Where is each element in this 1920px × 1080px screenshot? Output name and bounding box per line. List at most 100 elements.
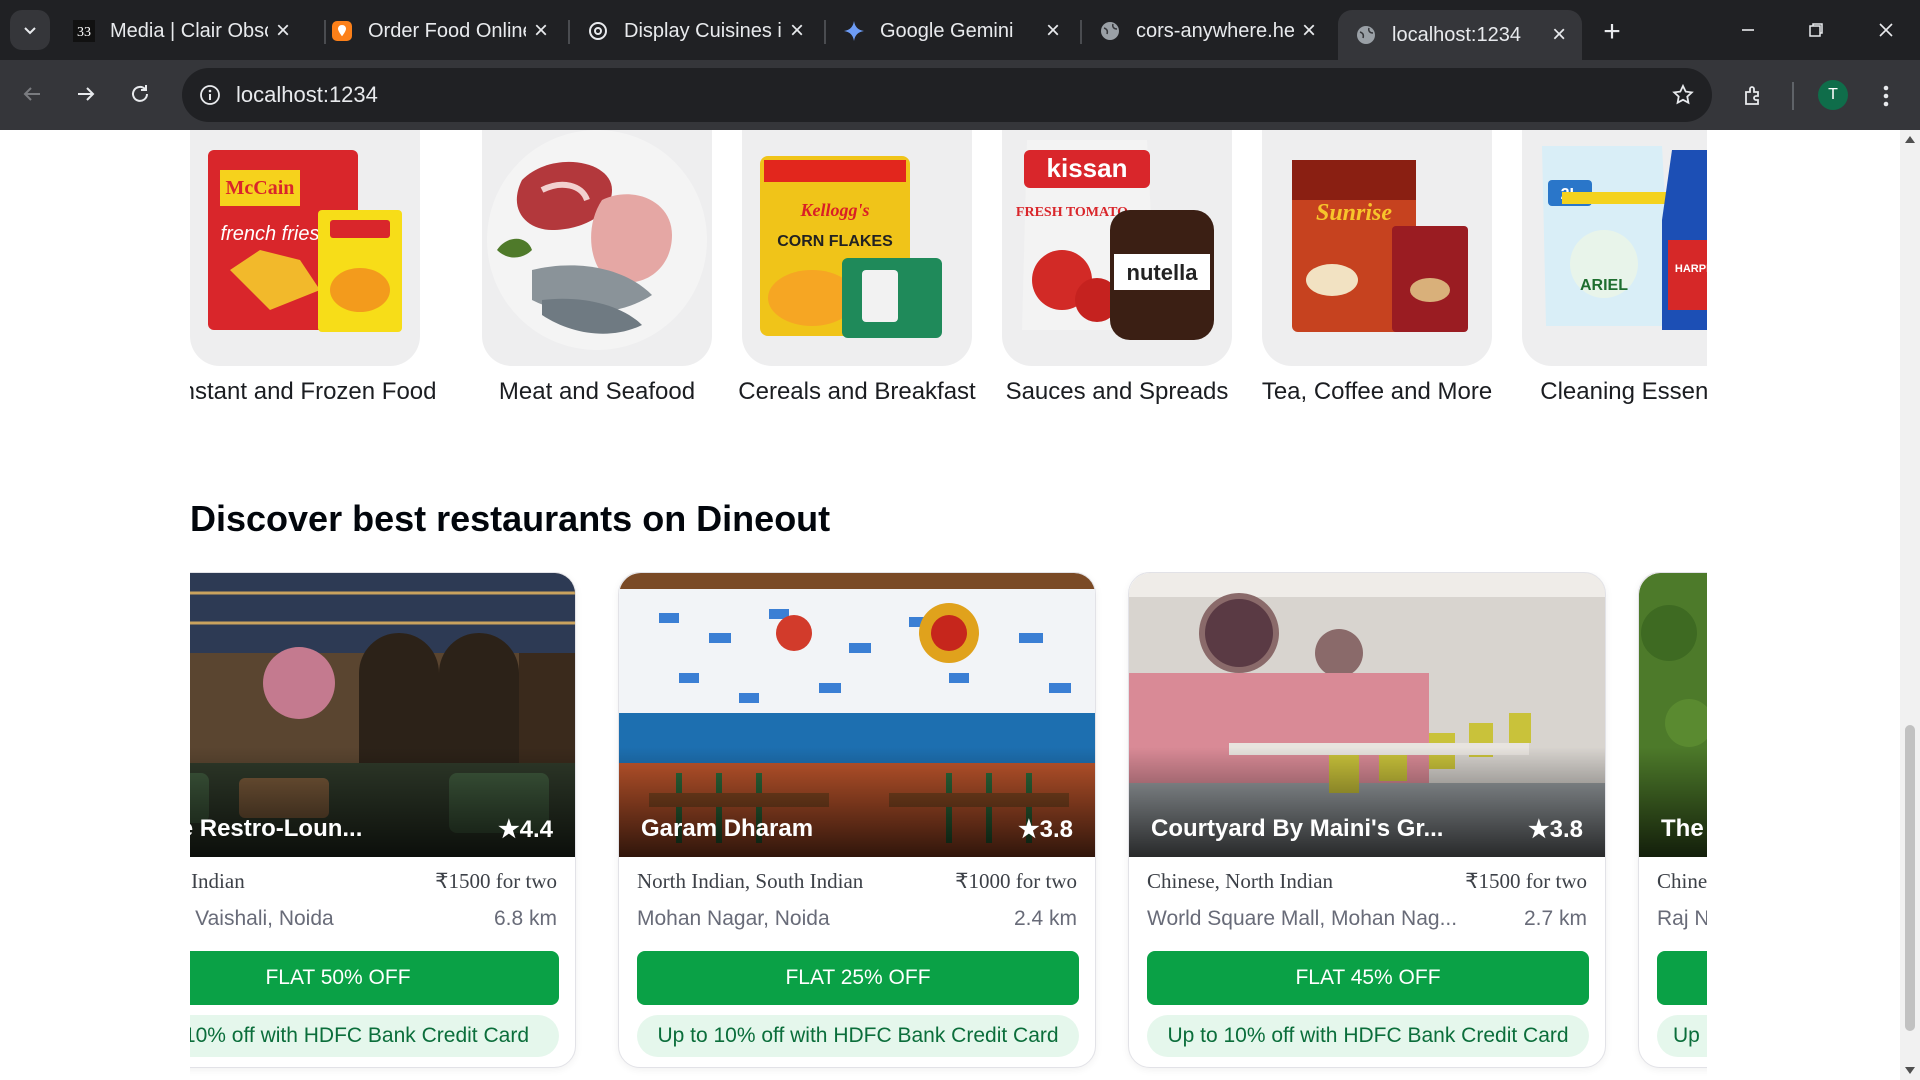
close-tab-icon[interactable]: × [1298,17,1320,44]
category-cleaning-essentials[interactable]: 2L ARIEL HARPIC Cleaning Essentia [1522,130,1707,406]
restaurant-card-row: errace Restro-Loun... ★4.4 e, North Indi… [190,572,1707,1080]
restaurant-card[interactable]: errace Restro-Loun... ★4.4 e, North Indi… [190,572,576,1068]
swiggy-icon [330,19,354,43]
close-tab-icon[interactable]: × [530,17,552,44]
url-text: localhost:1234 [236,82,378,107]
restaurant-card[interactable]: Courtyard By Maini's Gr... ★3.8 Chinese,… [1128,572,1606,1068]
category-label: Sauces and Spreads [1005,378,1229,405]
restaurant-location: Raj N [1657,907,1707,930]
flat-offer-button[interactable] [1657,951,1707,1005]
restaurant-card[interactable]: The Chine Raj N Up [1638,572,1707,1068]
close-window-button[interactable] [1866,12,1906,48]
scroll-down-arrow-icon[interactable] [1905,1067,1915,1074]
restaurant-distance: 6.8 km [493,907,557,930]
flat-offer-button[interactable]: FLAT 50% OFF [190,951,559,1005]
tab-cors-anywhere[interactable]: cors-anywhere.herokuapp × [1082,10,1332,52]
tab-google-gemini[interactable]: Google Gemini × [826,10,1076,52]
scrollbar-thumb[interactable] [1905,725,1915,1031]
harpic-brand-text: HARPIC [1675,263,1707,275]
category-label: Cereals and Breakfast [738,378,976,405]
page-viewport: McCain french fries Instant and Frozen F… [0,130,1900,1080]
category-label: Tea, Coffee and More [1261,378,1493,405]
reload-button[interactable] [120,74,160,114]
tab-order-food[interactable]: Order Food Online × [314,10,564,52]
page-scrollbar[interactable] [1900,130,1920,1080]
tab-title: cors-anywhere.herokuapp [1136,19,1294,42]
restaurant-distance: 2.4 km [1013,907,1077,930]
reload-icon [132,85,148,102]
mccain-brand-text: McCain [226,177,295,199]
tab-title: Google Gemini [880,19,1014,42]
browser-menu-button[interactable] [1866,76,1906,116]
sunrise-brand-text: Sunrise [1316,200,1392,226]
bookmark-star-icon[interactable] [1668,80,1698,110]
tab-display-cuisines[interactable]: Display Cuisines in × [570,10,820,52]
back-button[interactable] [12,74,52,114]
restaurant-name: Courtyard By Maini's Gr... [1151,815,1444,842]
gemini-icon [842,19,866,43]
extensions-button[interactable] [1734,76,1774,116]
restaurant-cuisine: North Indian, South Indian [637,869,864,893]
restaurant-name: Garam Dharam [641,815,814,842]
close-tab-icon[interactable]: × [1042,17,1064,44]
tab-title: Order Food Online [368,19,526,42]
restaurant-card[interactable]: Garam Dharam ★3.8 North Indian, South In… [618,572,1096,1068]
bank-offer-chip: Up to 10% off with HDFC Bank Credit Card [1147,1015,1589,1057]
forward-button[interactable] [66,74,106,114]
restaurant-cuisine: e, North Indian [190,869,245,893]
dineout-section-title: Discover best restaurants on Dineout [190,498,831,539]
tab-localhost-active[interactable]: localhost:1234 × [1338,10,1582,60]
browser-tab-bar: 33 Media | Clair Obscur × Order Food Onl… [0,0,1920,60]
restaurant-location: Mohan Nagar, Noida [637,907,830,930]
more-vertical-icon [1883,85,1889,107]
restaurant-price: ₹1500 for two [435,869,557,893]
bank-offer-chip: 10% off with HDFC Bank Credit Card [190,1015,559,1057]
close-tab-icon[interactable]: × [1548,21,1570,48]
category-label: Instant and Frozen Food [190,378,437,405]
chevron-down-icon [24,27,36,35]
browser-toolbar: localhost:1234 T [0,60,1920,130]
fresh-tomato-text: FRESH TOMATO [1016,205,1128,220]
restaurant-location: World Square Mall, Mohan Nag... [1147,907,1458,930]
grocery-category-row: McCain french fries Instant and Frozen F… [190,130,1707,410]
tab-title: localhost:1234 [1392,23,1521,46]
nutella-brand-text: nutella [1127,260,1199,285]
restore-icon [1809,23,1823,37]
new-tab-button[interactable]: + [1594,14,1630,50]
category-image: 2L ARIEL HARPIC [1522,130,1707,366]
category-sauces-spreads[interactable]: kissan FRESH TOMATO nutella Sauces and S… [1002,130,1232,406]
clair-obscur-icon: 33 [72,19,96,43]
address-bar[interactable]: localhost:1234 [182,68,1712,122]
chatgpt-icon [586,19,610,43]
tab-title: Display Cuisines in [624,19,782,42]
close-tab-icon[interactable]: × [786,17,808,44]
category-image: Sunrise [1262,130,1492,366]
flat-offer-button[interactable]: FLAT 25% OFF [637,951,1079,1005]
scroll-up-arrow-icon[interactable] [1905,136,1915,143]
globe-icon [1354,23,1378,47]
ariel-brand-text: ARIEL [1580,277,1628,294]
category-instant-frozen-food[interactable]: McCain french fries Instant and Frozen F… [190,130,437,406]
category-image [482,130,712,366]
tab-search-button[interactable] [10,10,50,50]
minimize-button[interactable] [1728,12,1768,48]
category-image: kissan FRESH TOMATO nutella [1002,130,1232,366]
category-label: Cleaning Essentia [1540,378,1707,405]
category-image: Kellogg's CORN FLAKES [742,130,972,366]
restaurant-rating: ★4.4 [498,816,553,843]
category-image: McCain french fries [190,130,420,366]
restaurant-location: rix Mall, Vaishali, Noida [190,907,334,930]
tab-clair-obscur[interactable]: 33 Media | Clair Obscur × [56,10,306,52]
category-meat-seafood[interactable]: Meat and Seafood [482,130,712,406]
flat-offer-button[interactable]: FLAT 45% OFF [1147,951,1589,1005]
profile-avatar[interactable]: T [1818,80,1848,110]
tab-title: Media | Clair Obscur [110,19,268,42]
restore-button[interactable] [1796,12,1836,48]
restaurant-name: errace Restro-Loun... [190,815,363,842]
close-tab-icon[interactable]: × [272,17,294,44]
category-tea-coffee[interactable]: Sunrise Tea, Coffee and More [1262,130,1492,406]
category-cereals-breakfast[interactable]: Kellogg's CORN FLAKES Cereals and Breakf… [738,130,976,406]
site-info-icon[interactable] [196,81,224,109]
restaurant-distance: 2.7 km [1523,907,1587,930]
restaurant-rating: ★3.8 [1528,816,1583,843]
